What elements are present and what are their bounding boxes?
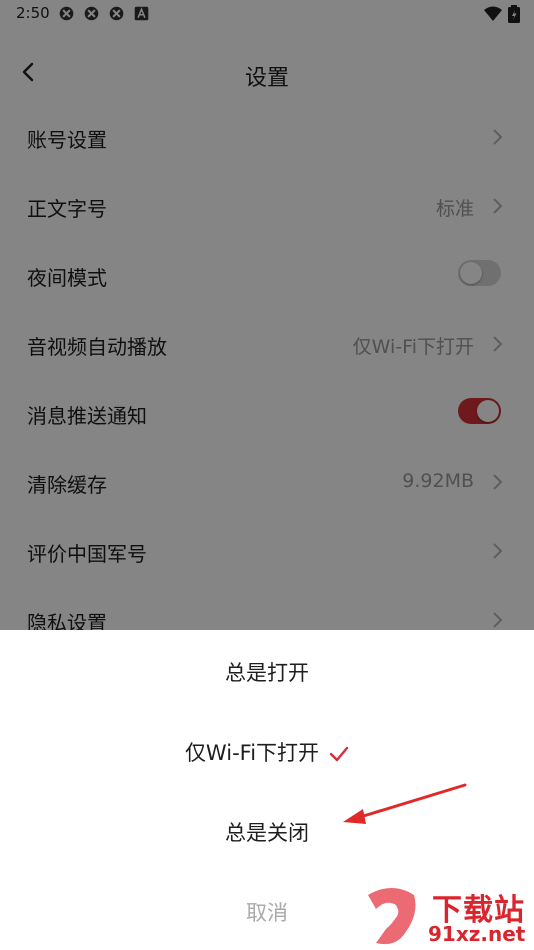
modal-backdrop[interactable] bbox=[0, 0, 534, 630]
option-label: 总是打开 bbox=[225, 661, 309, 685]
annotation-arrow-icon bbox=[343, 783, 467, 824]
watermark-domain: 91xz.net bbox=[428, 922, 526, 946]
watermark: 下载站 91xz.net bbox=[362, 885, 532, 949]
watermark-logo-icon bbox=[368, 888, 416, 945]
cancel-label: 取消 bbox=[246, 901, 288, 925]
option-label: 总是关闭 bbox=[225, 821, 309, 845]
option-always-on[interactable]: 总是打开 bbox=[0, 657, 534, 687]
checkmark-icon bbox=[329, 746, 349, 762]
option-label: 仅Wi-Fi下打开 bbox=[184, 741, 320, 765]
option-wifi-only[interactable]: 仅Wi-Fi下打开 bbox=[0, 737, 534, 767]
